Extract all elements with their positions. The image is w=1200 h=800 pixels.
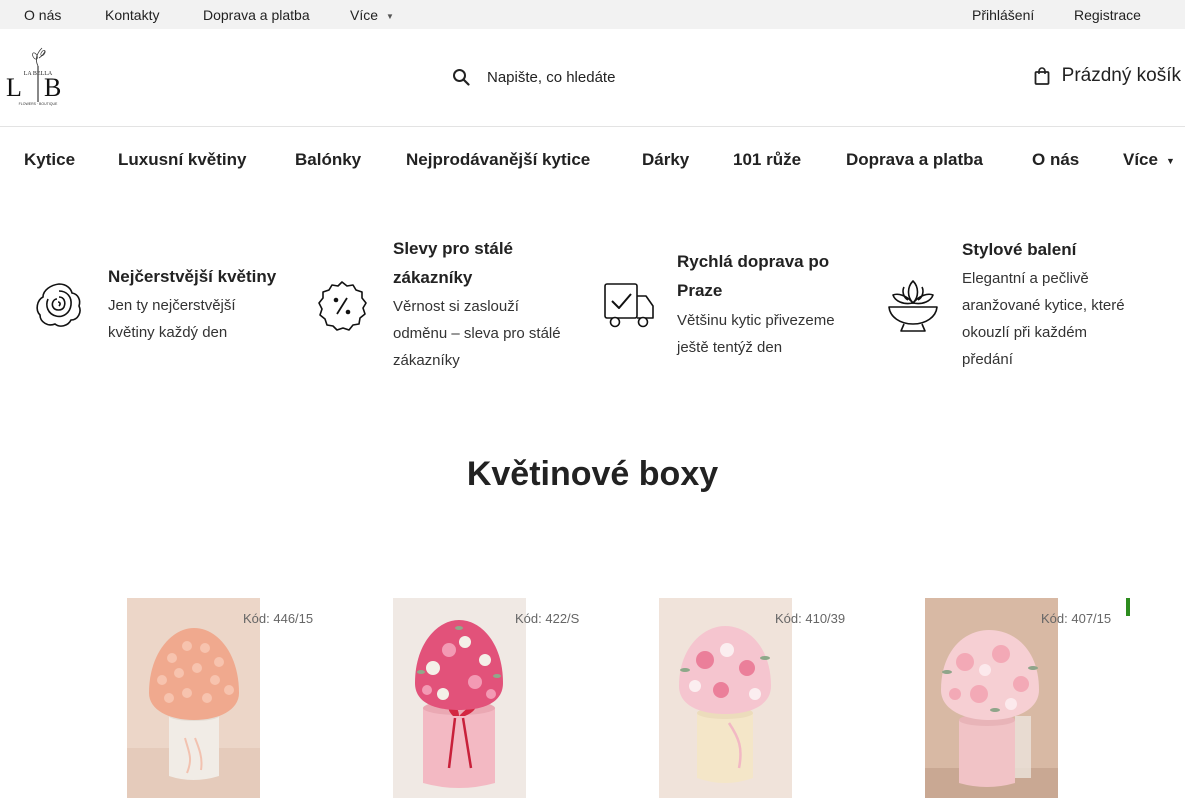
svg-text:FLOWERS · BOUTIQUE: FLOWERS · BOUTIQUE [19, 102, 58, 106]
topbar-more-menu[interactable]: Více ▼ [350, 7, 394, 23]
product-code: Kód: 407/15 [1041, 611, 1112, 626]
feature-title: Rychlá doprava po Praze [677, 247, 829, 305]
product-code: Kód: 446/15 [243, 611, 314, 626]
product-image[interactable] [659, 598, 792, 798]
logo-image[interactable]: LA BELLA L B FLOWERS · BOUTIQUE [4, 44, 72, 106]
chevron-down-icon: ▼ [386, 11, 394, 21]
product-code: Kód: 422/S [515, 611, 580, 626]
product-code: Kód: 410/39 [775, 611, 846, 626]
product-image[interactable] [393, 598, 526, 798]
nav-item-balloons[interactable]: Balónky [295, 150, 361, 170]
nav-more-menu[interactable]: Více ▼ [1123, 150, 1175, 170]
register-link[interactable]: Registrace [1074, 7, 1141, 23]
search-bar[interactable]: Napište, co hledáte [452, 64, 615, 90]
feature-description: Elegantní a pečlivě aranžované kytice, k… [962, 265, 1125, 373]
nav-item-about[interactable]: O nás [1032, 150, 1079, 170]
feature-loyalty-discount: Slevy pro stálé zákazníky Věrnost si zas… [300, 230, 590, 390]
feature-title: Stylové balení [962, 240, 1077, 259]
feature-fast-delivery: Rychlá doprava po Praze Většinu kytic př… [590, 230, 880, 390]
cart-button[interactable]: Prázdný košík [1034, 65, 1181, 87]
product-card[interactable]: Kód: 422/S [393, 598, 593, 798]
feature-description: Jen ty nejčerstvější květiny každý den [108, 292, 236, 346]
feature-description-line: Většinu kytic přivezeme [677, 312, 835, 329]
feature-title-line: Rychlá doprava po [677, 252, 830, 271]
feature-description: Většinu kytic přivezeme ještě tentýž den [677, 307, 835, 361]
product-card[interactable]: Kód: 446/15 [127, 598, 327, 798]
feature-fresh-flowers: Nejčerstvější květiny Jen ty nejčerstvěj… [0, 230, 300, 390]
product-card[interactable]: Kód: 407/15 [925, 598, 1125, 798]
discount-badge-icon [318, 281, 367, 331]
product-image[interactable] [925, 598, 1058, 798]
feature-title: Nejčerstvější květiny [108, 267, 277, 286]
feature-description-line: odměnu – sleva pro stálé [393, 325, 561, 342]
search-icon[interactable] [452, 68, 470, 86]
feature-description-line: okouzlí při každém [962, 324, 1088, 341]
shopping-bag-icon [1034, 67, 1050, 85]
site-header: LA BELLA L B FLOWERS · BOUTIQUE Napište,… [0, 29, 1185, 127]
topbar-link-about[interactable]: O nás [24, 7, 61, 23]
feature-description-line: Elegantní a pečlivě [962, 270, 1089, 287]
nav-item-luxury-flowers[interactable]: Luxusní květiny [118, 150, 246, 170]
feature-title-line: Slevy pro stálé [393, 239, 514, 258]
nav-item-bestsellers[interactable]: Nejprodávanější kytice [406, 150, 590, 170]
feature-title: Slevy pro stálé zákazníky [393, 234, 513, 292]
flower-bowl-icon [888, 280, 938, 332]
feature-title-line: zákazníky [393, 268, 473, 287]
product-card[interactable]: Kód: 410/39 [659, 598, 859, 798]
search-input[interactable]: Napište, co hledáte [487, 69, 615, 86]
cart-label: Prázdný košík [1061, 65, 1181, 86]
feature-description-line: aranžované kytice, které [962, 297, 1125, 314]
main-navigation: Kytice Luxusní květiny Balónky Nejprodáv… [0, 150, 1185, 174]
feature-description-line: Věrnost si zaslouží [393, 298, 519, 315]
product-image[interactable] [127, 598, 260, 798]
topbar-link-contacts[interactable]: Kontakty [105, 7, 159, 23]
chevron-down-icon: ▼ [1165, 155, 1175, 166]
nav-more-label: Více [1123, 150, 1158, 169]
feature-stylish-packaging: Stylové balení Elegantní a pečlivě aranž… [880, 230, 1185, 390]
feature-description-line: Jen ty nejčerstvější [108, 297, 236, 314]
nav-item-101-roses[interactable]: 101 růže [733, 150, 801, 170]
topbar-more-label: Více [350, 7, 379, 23]
feature-title-line: Praze [677, 281, 723, 300]
svg-text:B: B [44, 73, 61, 102]
feature-description: Věrnost si zaslouží odměnu – sleva pro s… [393, 293, 561, 374]
nav-item-gifts[interactable]: Dárky [642, 150, 689, 170]
feature-description-line: předání [962, 351, 1013, 368]
topbar-link-shipping[interactable]: Doprava a platba [203, 7, 310, 23]
feature-description-line: ještě tentýž den [677, 339, 783, 356]
top-bar: O nás Kontakty Doprava a platba Více ▼ Př… [0, 0, 1185, 29]
delivery-truck-icon [604, 283, 654, 328]
login-link[interactable]: Přihlášení [972, 7, 1034, 23]
feature-description-line: květiny každý den [108, 324, 228, 341]
rose-icon [36, 283, 81, 327]
feature-description-line: zákazníky [393, 352, 460, 369]
svg-text:L: L [6, 73, 22, 102]
carousel-indicator [1126, 598, 1130, 616]
section-title: Květinové boxy [466, 455, 719, 493]
nav-item-shipping[interactable]: Doprava a platba [846, 150, 983, 170]
nav-item-bouquets[interactable]: Kytice [24, 150, 75, 170]
